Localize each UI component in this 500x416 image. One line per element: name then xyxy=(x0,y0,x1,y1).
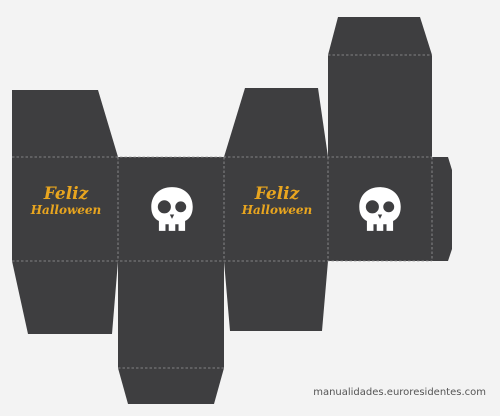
greeting-line-1: Feliz xyxy=(43,184,89,204)
bottom-lid-2 xyxy=(118,261,224,404)
greeting-label: Feliz Halloween xyxy=(28,184,104,217)
greeting-line-1: Feliz xyxy=(254,184,300,204)
glue-tab xyxy=(432,157,452,261)
top-flap-1 xyxy=(12,90,118,157)
greeting-line-2: Halloween xyxy=(30,203,102,217)
bottom-flap-1 xyxy=(12,261,118,334)
source-watermark: manualidades.euroresidentes.com xyxy=(313,387,486,398)
top-lid-4 xyxy=(328,17,432,157)
bottom-flap-3 xyxy=(224,261,328,331)
greeting-line-2: Halloween xyxy=(241,203,313,217)
top-lid-2 xyxy=(224,88,328,157)
greeting-label: Feliz Halloween xyxy=(238,184,316,217)
